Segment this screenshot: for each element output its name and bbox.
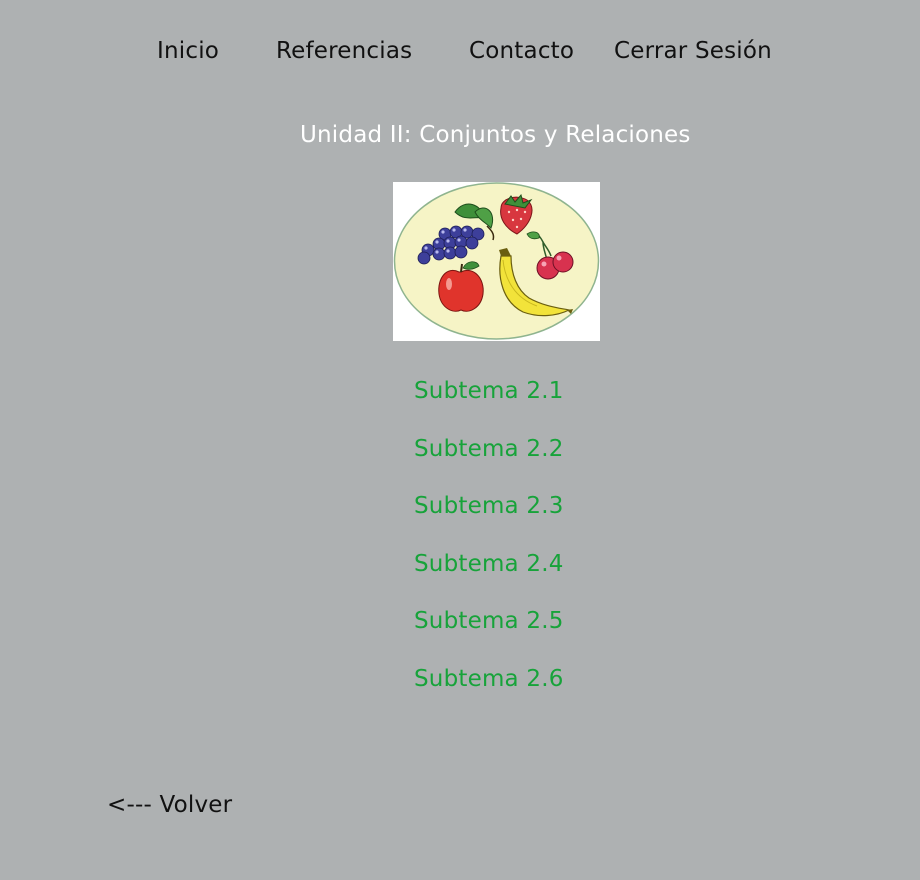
nav-link-contacto[interactable]: Contacto (469, 38, 574, 64)
subtopic-link-2-1[interactable]: Subtema 2.1 (414, 378, 564, 404)
nav-link-referencias[interactable]: Referencias (276, 38, 412, 64)
subtopic-link-2-4[interactable]: Subtema 2.4 (414, 551, 564, 577)
nav-link-cerrar-sesion[interactable]: Cerrar Sesión (614, 38, 772, 64)
back-link[interactable]: <--- Volver (107, 792, 232, 818)
nav-link-inicio[interactable]: Inicio (157, 38, 219, 64)
page-title: Unidad II: Conjuntos y Relaciones (300, 122, 691, 148)
subtopic-link-2-3[interactable]: Subtema 2.3 (414, 493, 564, 519)
fruit-plate-image (393, 182, 600, 341)
subtopic-link-2-2[interactable]: Subtema 2.2 (414, 436, 564, 462)
subtopic-link-2-5[interactable]: Subtema 2.5 (414, 608, 564, 634)
subtopic-link-2-6[interactable]: Subtema 2.6 (414, 666, 564, 692)
